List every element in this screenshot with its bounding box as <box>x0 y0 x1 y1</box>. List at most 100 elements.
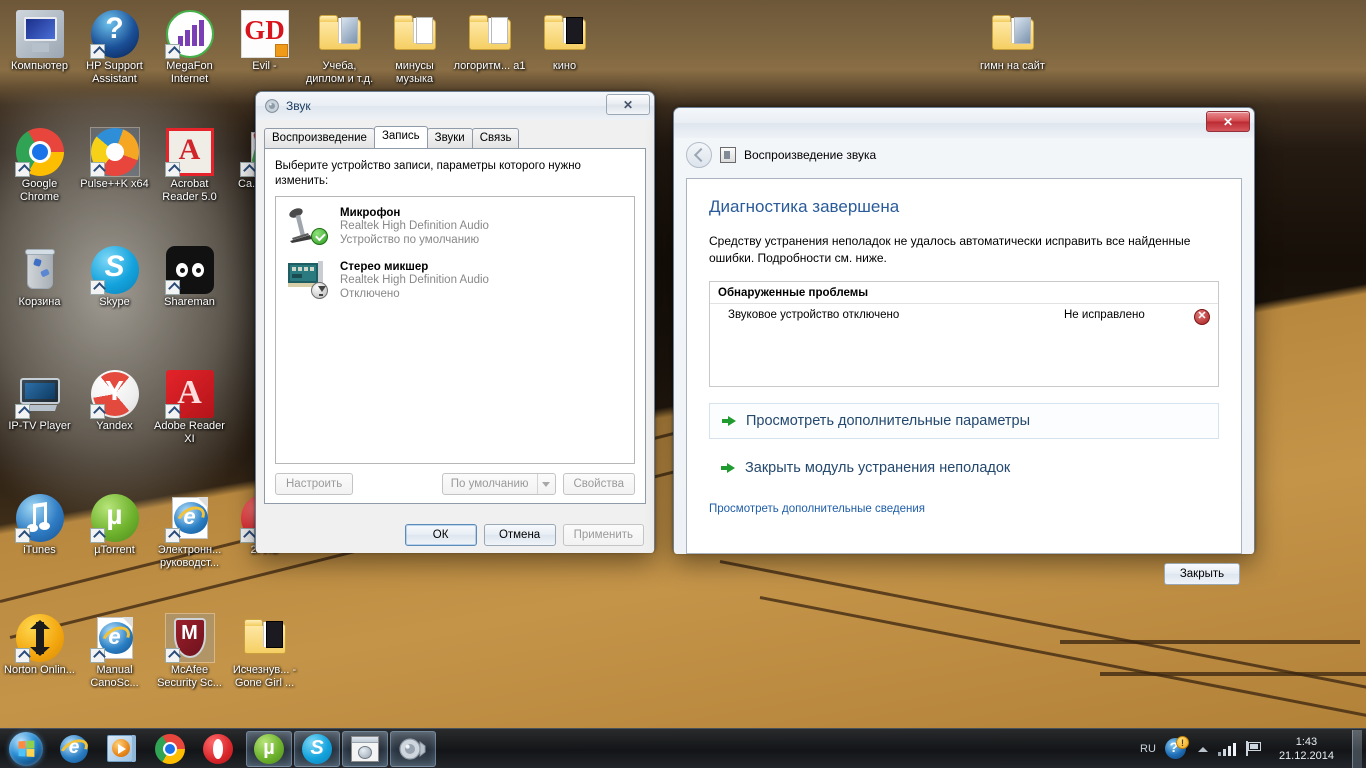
properties-button[interactable]: Свойства <box>562 473 635 495</box>
action-close-troubleshooter[interactable]: Закрыть модуль устранения неполадок <box>709 451 1219 485</box>
desktop-icon-shareman[interactable]: Shareman <box>152 240 227 309</box>
clock[interactable]: 1:43 21.12.2014 <box>1271 735 1342 763</box>
desktop-icon-norton-online[interactable]: Norton Onlin... <box>2 608 77 677</box>
desktop-icon-gimn-na-sait[interactable]: гимн на сайт <box>975 4 1050 73</box>
system-tray[interactable]: RU ? ! 1:43 21.12.2014 <box>1140 729 1366 768</box>
shortcut-overlay-icon <box>14 162 30 177</box>
taskbar-internet-explorer[interactable]: e <box>51 731 97 767</box>
recording-device-list[interactable]: Микрофон Realtek High Definition Audio У… <box>275 196 635 464</box>
tab-label: Звуки <box>434 132 465 144</box>
cancel-button[interactable]: Отмена <box>483 524 556 546</box>
mcafee-icon: M <box>164 613 215 663</box>
taskbar-sound-dialog[interactable] <box>390 730 436 767</box>
troubleshooter-close-button[interactable]: ✕ <box>1206 111 1250 132</box>
desktop-icon-skype[interactable]: S Skype <box>77 240 152 309</box>
device-driver: Realtek High Definition Audio <box>340 274 489 286</box>
tab-recording[interactable]: Запись <box>373 126 428 148</box>
desktop-icon-folder-logoritm[interactable]: логоритм... а1 <box>452 4 527 73</box>
evil-icon: GD <box>240 10 289 58</box>
utorrent-icon: µ <box>254 733 284 764</box>
taskbar[interactable]: e µ S RU ? ! 1:43 21.12.2014 <box>0 728 1366 768</box>
action-view-advanced-options[interactable]: Просмотреть дополнительные параметры <box>709 403 1219 439</box>
action-center-icon[interactable]: ? ! <box>1163 735 1189 762</box>
recording-tab-panel: Выберите устройство записи, параметры ко… <box>264 148 646 504</box>
device-driver: Realtek High Definition Audio <box>340 220 489 232</box>
start-button[interactable] <box>2 730 50 768</box>
flag-icon[interactable] <box>1244 740 1264 758</box>
troubleshooter-window[interactable]: ✕ Воспроизведение звука Диагностика заве… <box>673 107 1255 585</box>
taskbar-skype[interactable]: S <box>294 730 340 767</box>
chevron-down-icon[interactable] <box>536 474 555 494</box>
shortcut-overlay-icon <box>164 44 180 59</box>
shortcut-overlay-icon <box>89 162 105 177</box>
shortcut-overlay-icon <box>164 162 180 177</box>
shortcut-overlay-icon <box>14 528 30 543</box>
troubleshooter-heading: Диагностика завершена <box>709 197 900 216</box>
tab-sounds[interactable]: Звуки <box>426 128 473 150</box>
desktop-icon-label: Acrobat Reader 5.0 <box>162 178 217 203</box>
sound-dialog-body: Воспроизведение Запись Звуки Связь Выбер… <box>256 120 654 553</box>
taskbar-windows-media-player[interactable] <box>99 731 145 767</box>
tab-playback[interactable]: Воспроизведение <box>264 128 375 150</box>
desktop-icon-recycle-bin[interactable]: Корзина <box>2 240 77 309</box>
back-button[interactable] <box>686 142 712 168</box>
skype-icon: S <box>302 733 332 764</box>
troubleshooter-header: Воспроизведение звука <box>674 138 1254 178</box>
troubleshooter-titlebar[interactable]: ✕ <box>674 108 1254 138</box>
skype-icon: S <box>89 246 139 295</box>
network-icon[interactable] <box>1217 740 1237 758</box>
desktop-icon-folder-study[interactable]: Учеба, диплом и т.д. <box>302 4 377 85</box>
desktop-icon-evil[interactable]: GD Evil - <box>227 4 302 73</box>
desktop-icon-label: HP Support Assistant <box>86 60 143 85</box>
apply-button[interactable]: Применить <box>562 524 644 546</box>
desktop-icon-acrobat-reader-5[interactable]: A Acrobat Reader 5.0 <box>152 122 227 203</box>
desktop-icon-computer[interactable]: Компьютер <box>2 4 77 73</box>
desktop-icon-label: Учеба, диплом и т.д. <box>305 60 374 85</box>
device-list-item-stereo-mix[interactable]: Стерео микшер Realtek High Definition Au… <box>276 251 634 305</box>
desktop-icon-iptv-player[interactable]: IP-TV Player <box>2 364 77 433</box>
desktop-icon-itunes[interactable]: iTunes <box>2 488 77 557</box>
taskbar-opera[interactable] <box>195 731 241 767</box>
show-desktop-button[interactable] <box>1352 729 1362 768</box>
taskbar-google-chrome[interactable] <box>147 731 193 767</box>
desktop-icon-folder-kino[interactable]: кино <box>527 4 602 73</box>
desktop-icon-mcafee-security-scan[interactable]: M McAfee Security Sc... <box>152 608 227 689</box>
device-status: Устройство по умолчанию <box>340 233 480 246</box>
sound-dialog-titlebar[interactable]: Звук ✕ <box>256 92 654 120</box>
show-hidden-icons-icon[interactable] <box>1196 742 1210 756</box>
desktop-icon-manual-canoscan[interactable]: e Manual CanoSc... <box>77 608 152 689</box>
configure-button[interactable]: Настроить <box>275 473 354 495</box>
desktop-icon-label: Adobe Reader XI <box>154 420 225 445</box>
desktop-icon-pulse[interactable]: Pulse++K x64 <box>77 122 152 191</box>
close-button[interactable]: Закрыть <box>1164 563 1240 585</box>
desktop-icon-electronic-manual[interactable]: e Электронн... руководст... <box>152 488 227 569</box>
desktop-icon-utorrent[interactable]: µ µTorrent <box>77 488 152 557</box>
desktop-icon-label: McAfee Security Sc... <box>157 664 222 689</box>
desktop-icon-megafon-internet[interactable]: MegaFon Internet <box>152 4 227 85</box>
itunes-icon <box>14 494 64 543</box>
desktop-icon-gone-girl-folder[interactable]: Исчезнув... - Gone Girl ... <box>227 608 302 689</box>
ok-button[interactable]: ОК <box>404 524 477 546</box>
shortcut-overlay-icon <box>239 528 255 543</box>
more-information-link[interactable]: Просмотреть дополнительные сведения <box>709 503 1219 515</box>
troubleshooter-paragraph: Средству устранения неполадок не удалось… <box>709 234 1191 265</box>
desktop-icon-adobe-reader-xi[interactable]: A Adobe Reader XI <box>152 364 227 445</box>
set-default-button[interactable]: По умолчанию <box>441 473 556 495</box>
acrobat-reader-5-icon: A <box>164 128 214 177</box>
taskbar-utorrent[interactable]: µ <box>246 730 292 767</box>
device-list-item-microphone[interactable]: Микрофон Realtek High Definition Audio У… <box>276 197 634 251</box>
taskbar-troubleshooter-window[interactable] <box>342 730 388 767</box>
close-icon: ✕ <box>1222 114 1234 129</box>
sound-dialog-window[interactable]: Звук ✕ Воспроизведение Запись Звуки Связ… <box>255 91 655 553</box>
detected-problems-header: Обнаруженные проблемы <box>710 282 1218 304</box>
sound-dialog-close-button[interactable]: ✕ <box>606 94 650 115</box>
sound-dialog-tabs[interactable]: Воспроизведение Запись Звуки Связь <box>256 120 654 150</box>
desktop-icon-label: Norton Onlin... <box>4 664 75 676</box>
desktop-icon-folder-minusy[interactable]: минусы музыка <box>377 4 452 85</box>
language-indicator[interactable]: RU <box>1140 743 1156 755</box>
tab-communications[interactable]: Связь <box>471 128 520 150</box>
desktop-icon-hp-support-assistant[interactable]: ? HP Support Assistant <box>77 4 152 85</box>
desktop-icon-yandex[interactable]: Y Yandex <box>77 364 152 433</box>
tab-label: Связь <box>479 132 512 144</box>
desktop-icon-google-chrome[interactable]: Google Chrome <box>2 122 77 203</box>
